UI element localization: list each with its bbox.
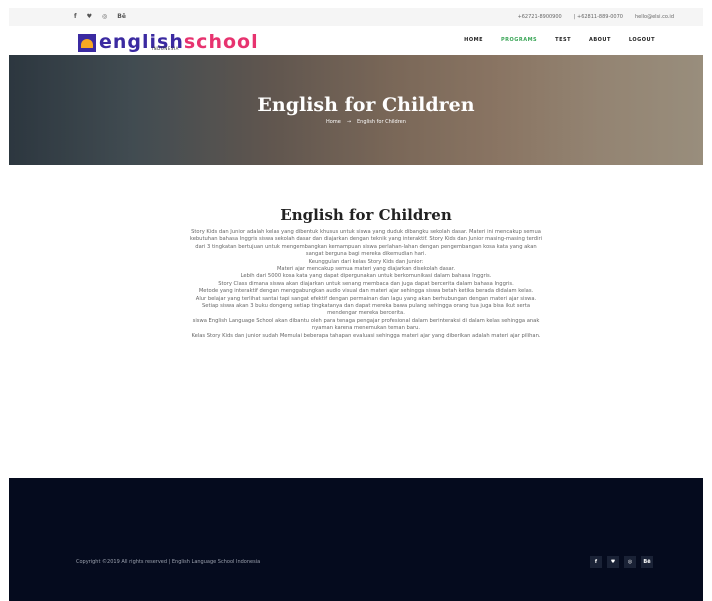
contact-info: +62721-8900900 | +62811-889-0070 hello@e… <box>518 13 674 21</box>
hero-title: English for Children <box>257 94 475 116</box>
logo-text-school: school <box>183 31 259 53</box>
menu-item-about[interactable]: ABOUT <box>589 37 611 44</box>
content-paragraph: siswa English Language School akan diban… <box>192 317 540 332</box>
content-paragraph: Materi ajar mencakup semua materi yang d… <box>276 266 456 273</box>
content-paragraph: Lebih dari 5000 kosa kata yang dapat dip… <box>240 273 492 280</box>
breadcrumb: Home → English for Children <box>9 118 703 126</box>
copyright-text: Copyright ©2019 All rights reserved | En… <box>76 559 261 565</box>
content-body: Story Kids dan Junior adalah kelas yang … <box>188 229 544 340</box>
footer: Copyright ©2019 All rights reserved | En… <box>9 478 703 601</box>
breadcrumb-separator: → <box>346 119 352 125</box>
footer-dribbble-icon[interactable]: ◎ <box>624 556 636 568</box>
menu-item-home[interactable]: HOME <box>464 37 483 44</box>
phone-2[interactable]: | +62811-889-0070 <box>574 13 623 21</box>
top-social-links: f ♥ ◎ Bē <box>74 12 126 21</box>
menu-item-logout[interactable]: LOGOUT <box>629 37 655 44</box>
content-paragraph: Metode yang interaktif dengan menggabung… <box>198 288 534 295</box>
behance-icon[interactable]: Bē <box>117 12 126 21</box>
content-paragraph: Kelas Story Kids dan junior sudah Memula… <box>191 332 541 339</box>
page: f ♥ ◎ Bē +62721-8900900 | +62811-889-007… <box>0 0 712 601</box>
menu-item-test[interactable]: TEST <box>555 37 571 44</box>
content-title: English for Children <box>280 206 452 224</box>
content-paragraph: Alur belajar yang terlihat santai tapi s… <box>195 295 537 302</box>
logo-subtitle: INDONESIA <box>152 46 179 51</box>
facebook-icon[interactable]: f <box>74 12 77 21</box>
breadcrumb-home[interactable]: Home <box>326 119 341 125</box>
dribbble-icon[interactable]: ◎ <box>102 12 107 21</box>
breadcrumb-current: English for Children <box>357 119 406 125</box>
main-menu: HOME PROGRAMS TEST ABOUT LOGOUT <box>464 37 655 44</box>
footer-facebook-icon[interactable]: f <box>590 556 602 568</box>
email-link[interactable]: hello@elsi.co.id <box>635 13 674 21</box>
footer-behance-icon[interactable]: Bē <box>641 556 653 568</box>
content-paragraph: Setiap siswa akan 3 buku dongeng setiap … <box>201 303 531 317</box>
navbar: englishschool INDONESIA HOME PROGRAMS TE… <box>9 26 703 55</box>
top-bar: f ♥ ◎ Bē +62721-8900900 | +62811-889-007… <box>9 8 703 26</box>
twitter-icon[interactable]: ♥ <box>87 12 92 21</box>
hero-banner: English for Children Home → English for Ch… <box>9 55 703 165</box>
phone-1[interactable]: +62721-8900900 <box>518 13 562 21</box>
logo-mark-icon <box>78 34 96 52</box>
footer-social-links: f ♥ ◎ Bē <box>590 556 653 568</box>
content-paragraph: Story Class dimana siswa akan diajarkan … <box>218 280 514 287</box>
menu-item-programs[interactable]: PROGRAMS <box>501 37 537 44</box>
content-paragraph: Story Kids dan Junior adalah kelas yang … <box>189 229 543 258</box>
footer-twitter-icon[interactable]: ♥ <box>607 556 619 568</box>
content-paragraph: Keunggulan dari kelas Story Kids dan Jun… <box>308 258 424 265</box>
